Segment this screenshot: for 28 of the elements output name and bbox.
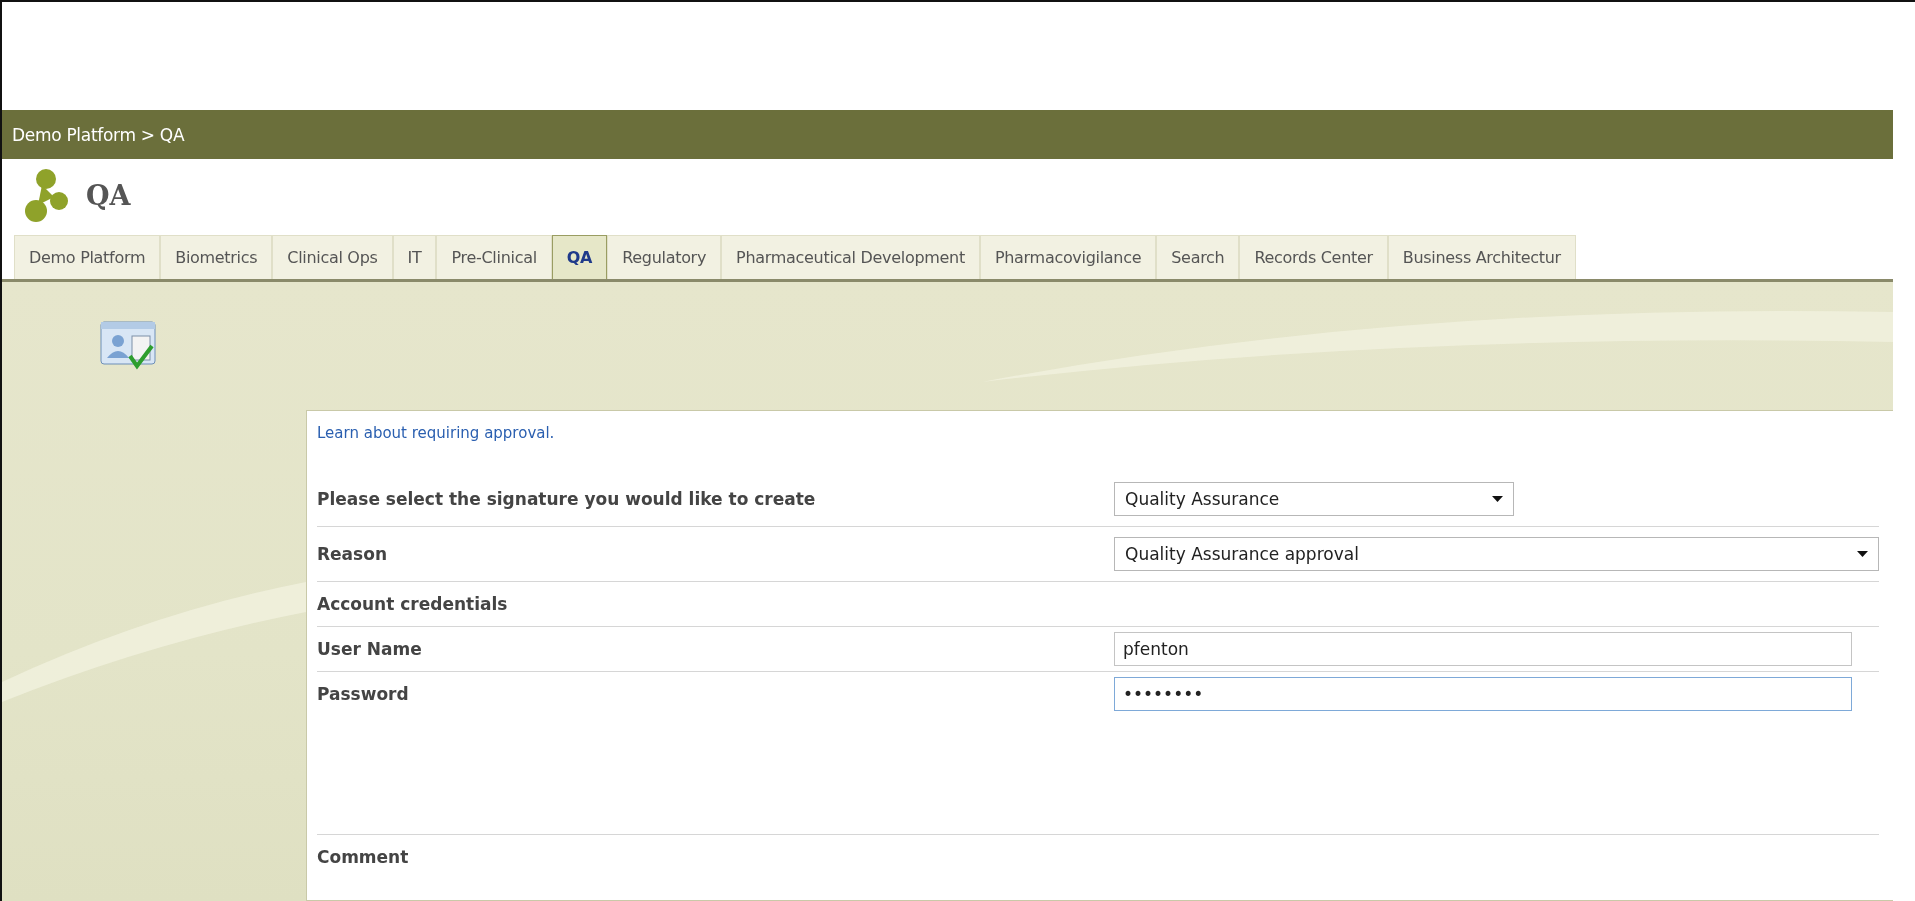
caret-icon	[1857, 551, 1868, 557]
nav-tab[interactable]: Biometrics	[160, 235, 273, 279]
field-label: Reason	[317, 544, 388, 564]
nav-tab[interactable]: Pharmaceutical Development	[721, 235, 980, 279]
input-field[interactable]: ••••••••	[1114, 677, 1852, 711]
dropdown[interactable]: Quality Assurance approval	[1114, 537, 1879, 571]
nav-tab[interactable]: Pharmacovigilance	[979, 235, 1157, 279]
field-label: Comment	[317, 847, 410, 867]
nav-tab[interactable]: Business Architectur	[1387, 235, 1576, 279]
nav-tab[interactable]: QA	[551, 235, 608, 279]
nav-tab[interactable]: Clinical Ops	[272, 235, 393, 279]
input-field[interactable]: pfenton	[1114, 632, 1852, 666]
approval-help-link[interactable]: Learn about requiring approval.	[317, 424, 555, 442]
nav-tab[interactable]: Records Center	[1239, 235, 1388, 279]
logo-icon	[24, 167, 70, 223]
nav-tab[interactable]: Regulatory	[607, 235, 722, 279]
nav-tab[interactable]: Pre-Clinical	[436, 235, 552, 279]
field-label: Please select the signature you would like to create	[317, 489, 817, 509]
caret-icon	[1492, 496, 1503, 502]
field-label: User Name	[317, 639, 423, 659]
nav-tab[interactable]: Demo Platform	[14, 235, 161, 279]
field-label: Password	[317, 684, 410, 704]
nav-tab[interactable]: IT	[392, 235, 437, 279]
breadcrumb[interactable]: Demo Platform > QA	[12, 124, 185, 145]
field-label: Account credentials	[317, 594, 509, 614]
site-title: QA	[86, 179, 131, 211]
dropdown[interactable]: Quality Assurance	[1114, 482, 1514, 516]
nav-tab[interactable]: Search	[1156, 235, 1240, 279]
